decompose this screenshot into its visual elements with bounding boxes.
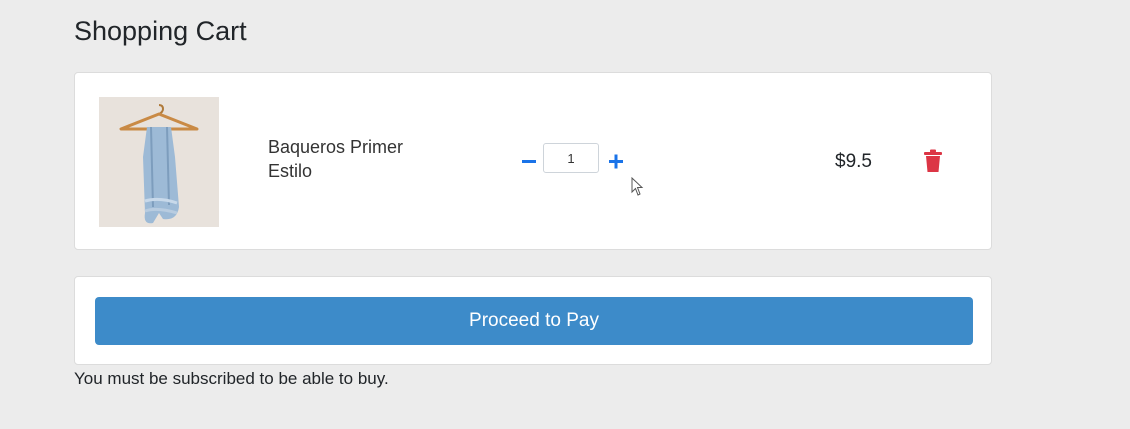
trash-icon[interactable] xyxy=(923,149,943,173)
page-title: Shopping Cart xyxy=(74,16,247,46)
product-image xyxy=(99,97,219,227)
item-price: $9.5 xyxy=(835,151,872,172)
cart-item-card: Baqueros Primer Estilo $9.5 xyxy=(74,72,992,250)
shopping-cart-page: Shopping Cart Baqueros Primer Estilo 1 $… xyxy=(0,0,1130,429)
plus-icon[interactable] xyxy=(606,151,626,171)
mouse-cursor-icon xyxy=(631,176,645,197)
quantity-input[interactable] xyxy=(543,143,599,173)
checkout-card: Proceed to Pay xyxy=(74,276,992,365)
proceed-to-pay-button[interactable]: Proceed to Pay xyxy=(95,297,973,345)
minus-icon[interactable] xyxy=(519,151,539,171)
product-name: Baqueros Primer Estilo xyxy=(268,137,404,181)
subscription-notice: You must be subscribed to be able to buy… xyxy=(74,369,389,388)
